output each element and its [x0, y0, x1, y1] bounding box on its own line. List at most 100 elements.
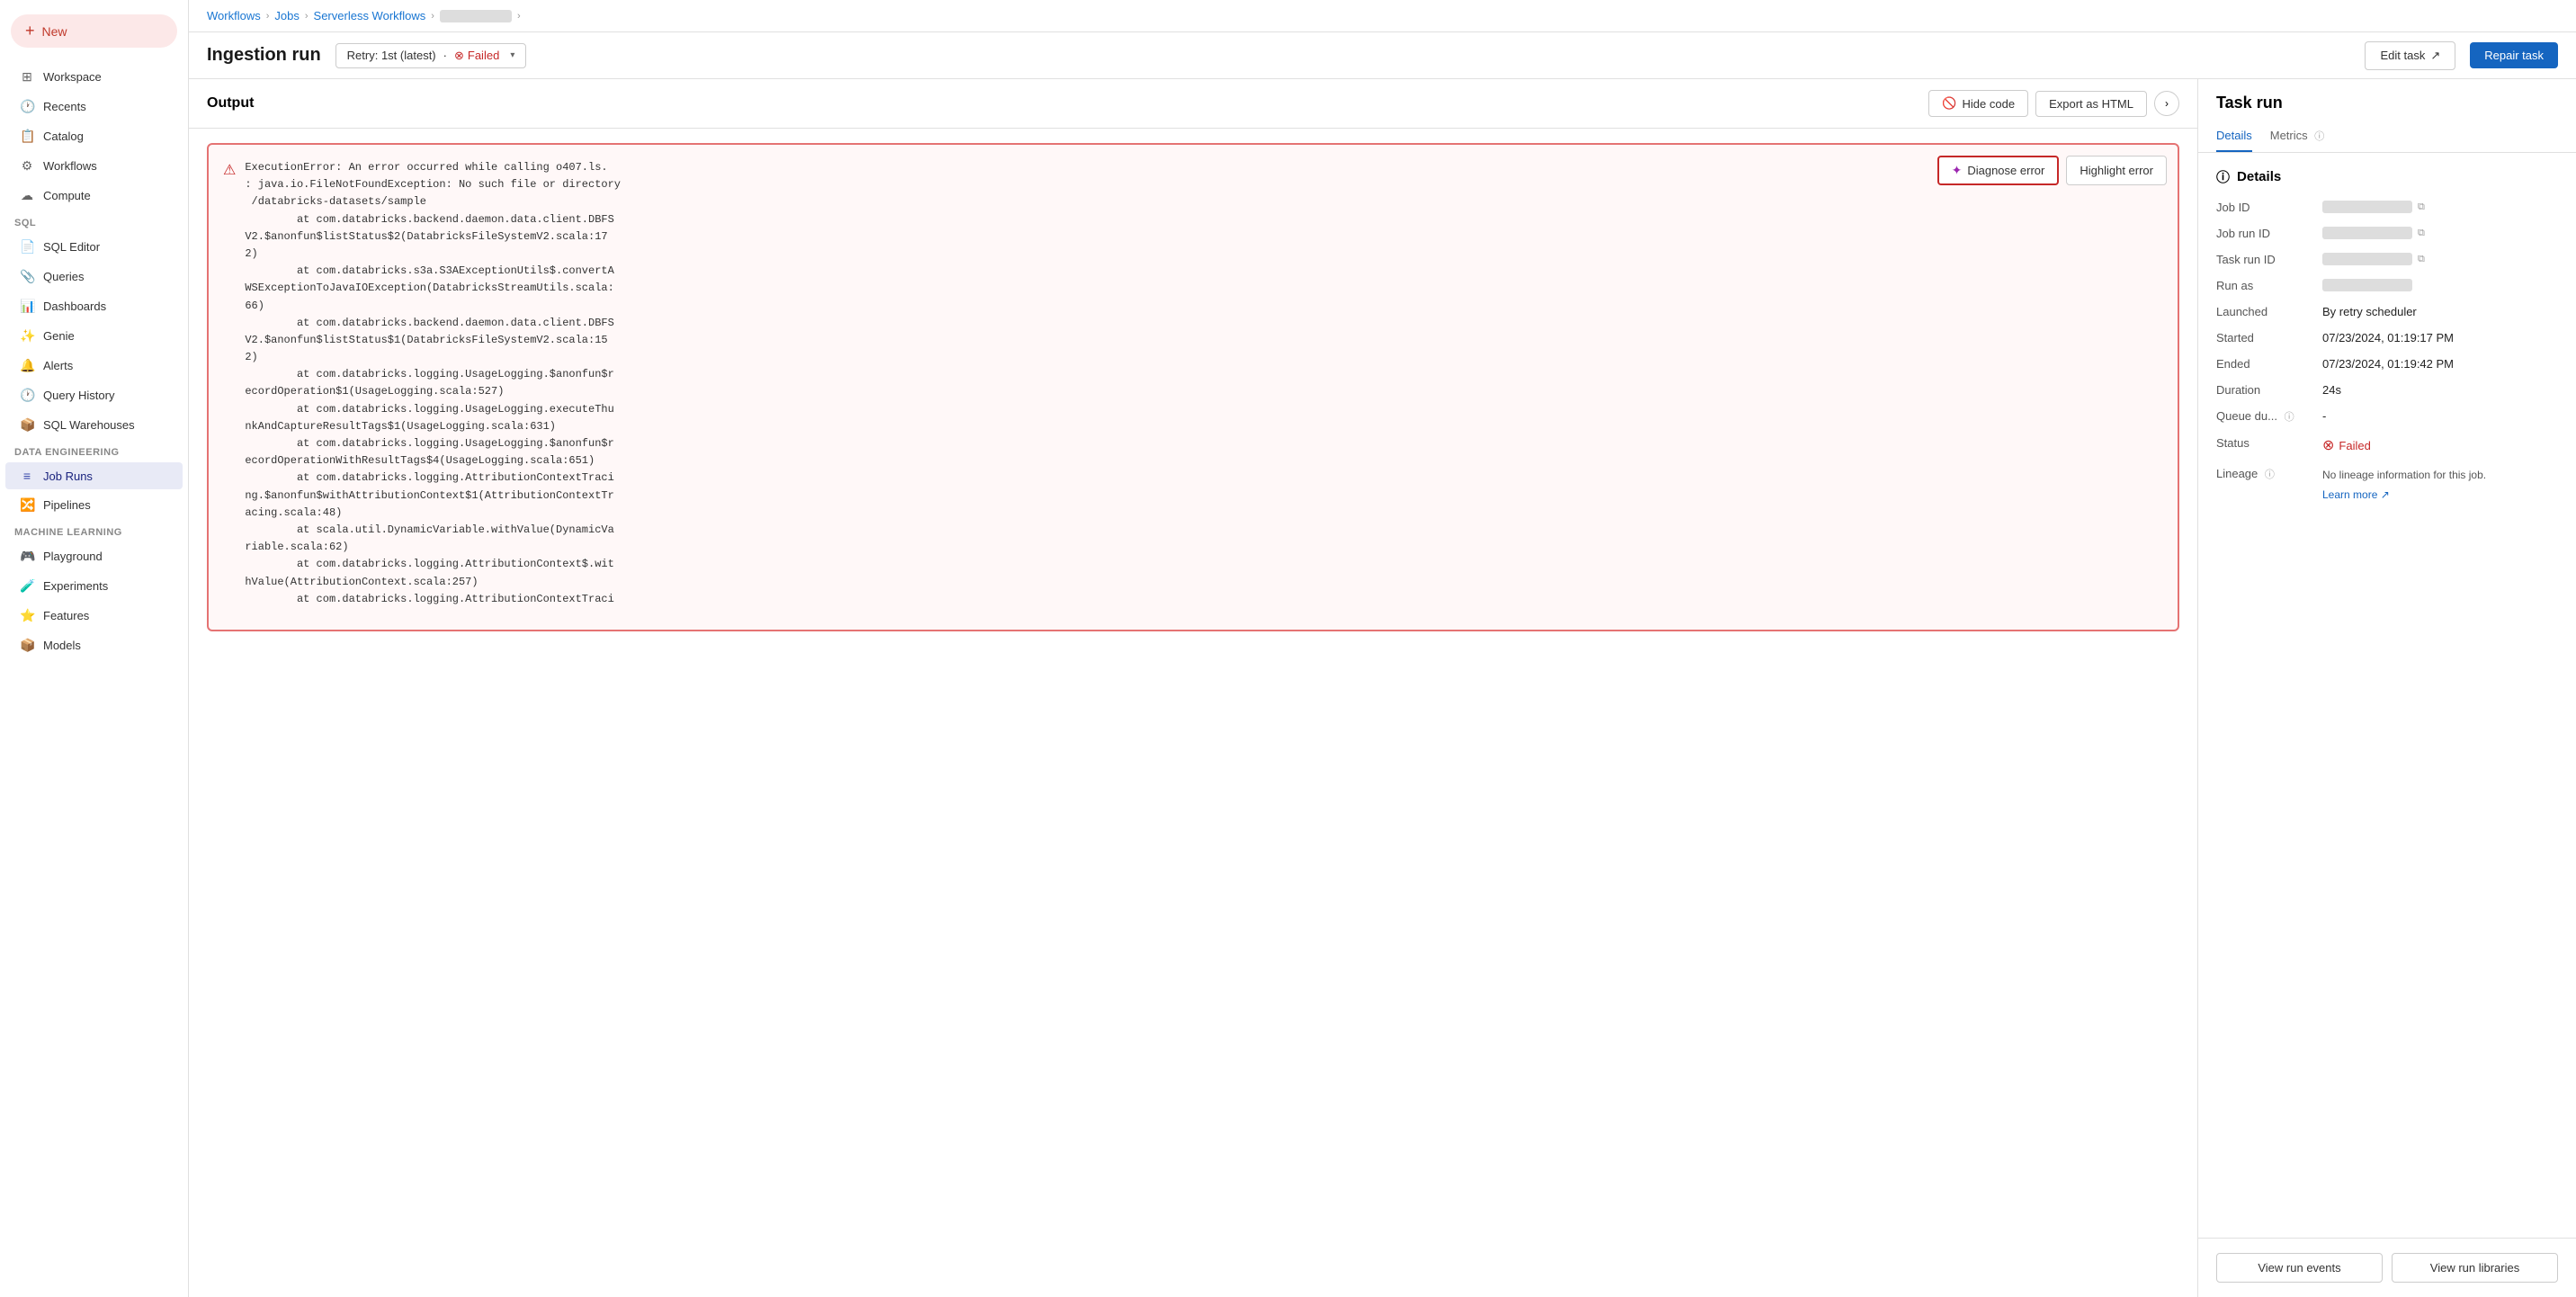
compute-icon: ☁: [20, 188, 34, 203]
learn-more-link[interactable]: Learn more ↗: [2322, 488, 2390, 501]
features-icon: ⭐: [20, 608, 34, 623]
hide-code-button[interactable]: 🚫 Hide code: [1928, 90, 2028, 117]
tab-details[interactable]: Details: [2216, 121, 2252, 152]
sidebar-item-label: SQL Editor: [43, 240, 100, 254]
sidebar-item-features[interactable]: ⭐ Features: [5, 602, 183, 630]
page-title: Ingestion run: [207, 40, 321, 71]
new-button[interactable]: + New: [11, 14, 177, 48]
sidebar-item-label: Queries: [43, 270, 85, 283]
sidebar-item-label: Catalog: [43, 130, 84, 143]
learn-more-label: Learn more: [2322, 488, 2377, 501]
sidebar-item-models[interactable]: 📦 Models: [5, 631, 183, 659]
repair-task-button[interactable]: Repair task: [2470, 42, 2558, 68]
diagnose-error-button[interactable]: ✦ Diagnose error: [1937, 156, 2060, 185]
detail-row-task-run-id: Task run ID ⧉: [2216, 253, 2558, 266]
view-run-libraries-button[interactable]: View run libraries: [2392, 1253, 2558, 1283]
run-as-value: [2322, 279, 2412, 291]
collapse-button[interactable]: ›: [2154, 91, 2179, 116]
sidebar-item-label: Features: [43, 609, 89, 622]
output-header: Output 🚫 Hide code Export as HTML ›: [189, 79, 2197, 129]
queue-value: -: [2322, 409, 2326, 423]
detail-row-status: Status ⊗ Failed: [2216, 436, 2558, 454]
clock-icon: 🕐: [20, 99, 34, 114]
export-html-button[interactable]: Export as HTML: [2035, 91, 2147, 117]
job-id-value: ⧉: [2322, 201, 2425, 213]
tab-metrics[interactable]: Metrics ⓘ: [2270, 121, 2325, 152]
sidebar-item-label: Pipelines: [43, 498, 91, 512]
copy-job-id-icon[interactable]: ⧉: [2418, 201, 2425, 213]
started-label: Started: [2216, 331, 2315, 344]
sidebar-item-pipelines[interactable]: 🔀 Pipelines: [5, 491, 183, 519]
sidebar-item-job-runs[interactable]: ≡ Job Runs: [5, 462, 183, 489]
job-id-label: Job ID: [2216, 201, 2315, 214]
taskrun-footer: View run events View run libraries: [2198, 1238, 2576, 1297]
metrics-info-icon: ⓘ: [2314, 131, 2324, 142]
failed-badge: ⊗ Failed: [454, 49, 499, 63]
breadcrumb-current: [440, 10, 512, 22]
sidebar-item-workflows[interactable]: ⚙ Workflows: [5, 152, 183, 180]
chevron-down-icon: ▾: [510, 50, 514, 60]
sidebar-item-dashboards[interactable]: 📊 Dashboards: [5, 292, 183, 320]
topbar: Workflows › Jobs › Serverless Workflows …: [189, 0, 2576, 32]
sidebar-item-sql-warehouses[interactable]: 📦 SQL Warehouses: [5, 411, 183, 439]
tab-details-label: Details: [2216, 129, 2252, 142]
taskrun-title: Task run: [2216, 94, 2558, 112]
breadcrumb-sep-2: ›: [305, 11, 309, 22]
lineage-no-info-text: No lineage information for this job.: [2322, 467, 2486, 483]
sidebar-item-label: Genie: [43, 329, 75, 343]
output-title: Output: [207, 95, 1928, 112]
sidebar-item-genie[interactable]: ✨ Genie: [5, 322, 183, 350]
sql-warehouses-icon: 📦: [20, 417, 34, 433]
breadcrumb-jobs[interactable]: Jobs: [274, 9, 299, 22]
workflows-icon: ⚙: [20, 158, 34, 174]
edit-task-button[interactable]: Edit task ↗: [2365, 41, 2455, 70]
sidebar-item-sql-editor[interactable]: 📄 SQL Editor: [5, 233, 183, 261]
highlight-error-button[interactable]: Highlight error: [2066, 156, 2167, 185]
sidebar-item-alerts[interactable]: 🔔 Alerts: [5, 352, 183, 380]
lineage-value: No lineage information for this job. Lea…: [2322, 467, 2486, 501]
breadcrumb-sep-1: ›: [266, 11, 270, 22]
status-failed-text: Failed: [2339, 439, 2370, 452]
external-link-icon: ↗: [2430, 49, 2440, 63]
taskrun-body: ⓘ Details Job ID ⧉ Job run ID ⧉: [2198, 153, 2576, 1238]
sidebar-item-queries[interactable]: 📎 Queries: [5, 263, 183, 291]
breadcrumb-sep-3: ›: [431, 11, 434, 22]
external-link-icon: ↗: [2381, 488, 2390, 501]
sidebar-item-workspace[interactable]: ⊞ Workspace: [5, 63, 183, 91]
job-run-id-label: Job run ID: [2216, 227, 2315, 240]
data-eng-section-label: Data Engineering: [0, 440, 188, 461]
status-label: Status: [2216, 436, 2315, 450]
sidebar: + New ⊞ Workspace 🕐 Recents 📋 Catalog ⚙ …: [0, 0, 189, 1297]
retry-dropdown[interactable]: Retry: 1st (latest) · ⊗ Failed ▾: [335, 43, 527, 68]
lineage-info-icon: ⓘ: [2265, 470, 2275, 480]
breadcrumb-serverless-workflows[interactable]: Serverless Workflows: [314, 9, 426, 22]
detail-row-lineage: Lineage ⓘ No lineage information for thi…: [2216, 467, 2558, 501]
sidebar-item-label: Recents: [43, 100, 86, 113]
sidebar-item-label: Alerts: [43, 359, 73, 372]
task-run-id-blurred: [2322, 253, 2412, 265]
job-id-blurred: [2322, 201, 2412, 213]
output-body: ⚠ ExecutionError: An error occurred whil…: [189, 129, 2197, 1297]
run-as-label: Run as: [2216, 279, 2315, 292]
sidebar-item-playground[interactable]: 🎮 Playground: [5, 542, 183, 570]
sidebar-item-query-history[interactable]: 🕐 Query History: [5, 381, 183, 409]
view-run-events-button[interactable]: View run events: [2216, 1253, 2383, 1283]
sidebar-item-catalog[interactable]: 📋 Catalog: [5, 122, 183, 150]
sidebar-item-experiments[interactable]: 🧪 Experiments: [5, 572, 183, 600]
sidebar-item-label: Models: [43, 639, 81, 652]
sidebar-item-recents[interactable]: 🕐 Recents: [5, 93, 183, 121]
sql-editor-icon: 📄: [20, 239, 34, 255]
sidebar-item-label: Compute: [43, 189, 91, 202]
queue-label: Queue du... ⓘ: [2216, 409, 2315, 424]
copy-task-run-id-icon[interactable]: ⧉: [2418, 254, 2425, 265]
sidebar-item-label: Query History: [43, 389, 114, 402]
error-actions: ✦ Diagnose error Highlight error: [1937, 156, 2167, 185]
copy-job-run-id-icon[interactable]: ⧉: [2418, 228, 2425, 239]
tab-metrics-label: Metrics: [2270, 129, 2308, 142]
detail-row-started: Started 07/23/2024, 01:19:17 PM: [2216, 331, 2558, 344]
sidebar-item-compute[interactable]: ☁ Compute: [5, 182, 183, 210]
breadcrumb-workflows[interactable]: Workflows: [207, 9, 261, 22]
queue-info-icon: ⓘ: [2285, 412, 2294, 423]
detail-row-job-id: Job ID ⧉: [2216, 201, 2558, 214]
error-header: ⚠ ExecutionError: An error occurred whil…: [223, 159, 2163, 608]
